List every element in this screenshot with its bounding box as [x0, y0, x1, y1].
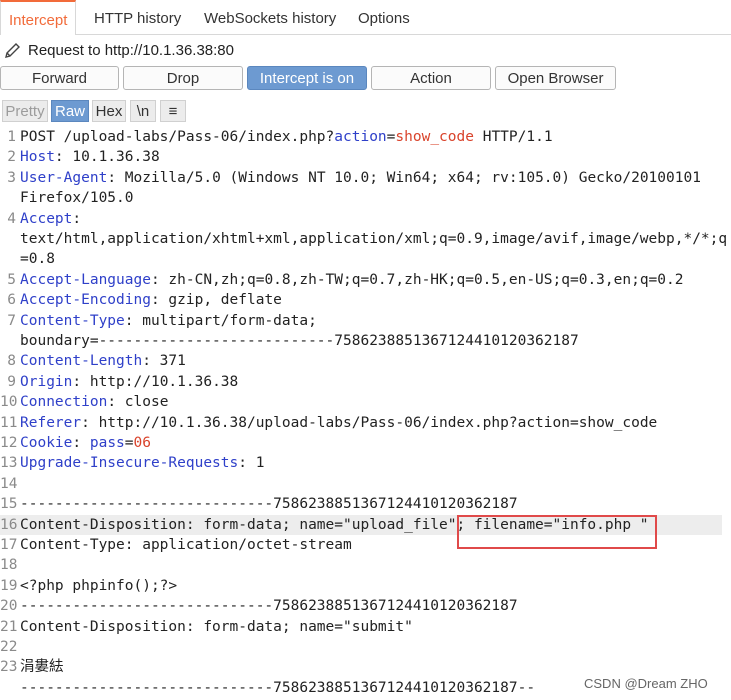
forward-button[interactable]: Forward	[0, 66, 119, 90]
message-view-toolbar: Pretty Raw Hex \n ≡	[0, 100, 731, 122]
editor-line: 19 <?php phpinfo();?>	[0, 576, 722, 596]
line-text: text/html,application/xhtml+xml,applicat…	[20, 231, 728, 247]
line-text: -----------------------------75862388513…	[20, 679, 536, 696]
line-text: Referer: http://10.1.36.38/upload-labs/P…	[20, 414, 658, 431]
line-number: 20	[0, 598, 18, 615]
line-number: 15	[0, 496, 18, 513]
line-text: -----------------------------75862388513…	[20, 598, 518, 615]
line-number: 16	[0, 516, 18, 533]
editor-line: 15 -----------------------------758623885…	[0, 494, 722, 514]
highlight-box	[457, 515, 657, 549]
pencil-icon	[5, 43, 20, 58]
open-browser-button[interactable]: Open Browser	[495, 66, 616, 90]
editor-line: 20 -----------------------------758623885…	[0, 596, 722, 616]
drop-button[interactable]: Drop	[123, 66, 243, 90]
line-text: POST /upload-labs/Pass-06/index.php?acti…	[20, 129, 553, 145]
line-text: Content-Length: 371	[20, 353, 186, 370]
hex-view-button[interactable]: Hex	[92, 100, 126, 122]
editor-line: 7 Content-Type: multipart/form-data;	[0, 311, 722, 331]
tab-bar: Intercept HTTP history WebSockets histor…	[0, 0, 731, 35]
line-text: Accept-Language: zh-CN,zh;q=0.8,zh-TW;q=…	[20, 271, 684, 288]
editor-line: 3 User-Agent: Mozilla/5.0 (Windows NT 10.…	[0, 168, 722, 188]
editor-line: 10 Connection: close	[0, 392, 722, 412]
line-text: <?php phpinfo();?>	[20, 577, 178, 594]
line-text: =0.8	[20, 251, 55, 268]
editor-line: 6 Accept-Encoding: gzip, deflate	[0, 290, 722, 310]
tab-http-history[interactable]: HTTP history	[86, 0, 189, 34]
tab-websockets-history[interactable]: WebSockets history	[196, 0, 344, 34]
request-target-label: Request to http://10.1.36.38:80	[28, 42, 234, 59]
editor-line: =0.8	[0, 249, 722, 269]
line-number: 13	[0, 455, 18, 472]
editor-line: 18	[0, 555, 722, 575]
line-number: 23	[0, 659, 18, 676]
editor-line: 5 Accept-Language: zh-CN,zh;q=0.8,zh-TW;q…	[0, 270, 722, 290]
editor-line: 13 Upgrade-Insecure-Requests: 1	[0, 453, 722, 473]
line-number: 5	[7, 271, 16, 288]
line-number: 1	[7, 129, 16, 145]
editor-line: Firefox/105.0	[0, 188, 722, 208]
line-number: 18	[0, 557, 18, 574]
line-number: 11	[0, 414, 18, 431]
tab-options[interactable]: Options	[350, 0, 418, 34]
line-number: 4	[7, 210, 16, 227]
editor-line: 23 涓婁紶	[0, 657, 722, 677]
line-number: 19	[0, 577, 18, 594]
pretty-view-button[interactable]: Pretty	[2, 100, 48, 122]
line-text: User-Agent: Mozilla/5.0 (Windows NT 10.0…	[20, 169, 701, 186]
editor-line: 14	[0, 474, 722, 494]
line-text: boundary=---------------------------7586…	[20, 333, 579, 349]
line-text: -----------------------------75862388513…	[20, 496, 518, 513]
line-number: 10	[0, 394, 18, 411]
editor-line: text/html,application/xhtml+xml,applicat…	[0, 229, 727, 249]
line-number: 6	[7, 292, 16, 309]
line-number: 14	[0, 475, 18, 492]
editor-line: 12 Cookie: pass=06	[0, 433, 722, 453]
editor-line: 8 Content-Length: 371	[0, 351, 722, 371]
line-number: 8	[7, 353, 16, 370]
line-text: Content-Disposition: form-data; name="su…	[20, 618, 413, 635]
raw-request-editor[interactable]: 1 POST /upload-labs/Pass-06/index.php?act…	[0, 127, 731, 700]
editor-line: boundary=---------------------------7586…	[0, 331, 722, 351]
intercept-toggle-button[interactable]: Intercept is on	[247, 66, 367, 90]
action-button[interactable]: Action	[371, 66, 491, 90]
editor-line: 1 POST /upload-labs/Pass-06/index.php?act…	[0, 127, 722, 147]
line-text: Accept:	[20, 210, 82, 227]
line-text: Content-Type: application/octet-stream	[20, 537, 352, 553]
request-bar: Request to http://10.1.36.38:80	[0, 35, 731, 65]
line-number: 22	[0, 639, 18, 655]
editor-line: 9 Origin: http://10.1.36.38	[0, 372, 722, 392]
editor-line: 22	[0, 637, 722, 657]
editor-line: 2 Host: 10.1.36.38	[0, 147, 722, 167]
tab-intercept[interactable]: Intercept	[0, 0, 77, 35]
line-number: 9	[7, 373, 16, 390]
line-number: 3	[7, 169, 16, 186]
line-text: Accept-Encoding: gzip, deflate	[20, 292, 282, 309]
line-text: Connection: close	[20, 394, 169, 411]
line-text: Firefox/105.0	[20, 190, 134, 207]
editor-line: 4 Accept:	[0, 209, 722, 229]
editor-line: 11 Referer: http://10.1.36.38/upload-labs…	[0, 413, 722, 433]
line-number: 2	[7, 149, 16, 166]
line-text: Origin: http://10.1.36.38	[20, 373, 239, 390]
line-number: 12	[0, 435, 18, 451]
watermark: CSDN @Dream ZHO	[584, 676, 708, 691]
raw-view-button[interactable]: Raw	[51, 100, 89, 122]
line-text: Content-Type: multipart/form-data;	[20, 312, 317, 329]
intercept-toolbar: Forward Drop Intercept is on Action Open…	[0, 66, 731, 92]
line-number: 7	[7, 312, 16, 329]
line-number: 21	[0, 618, 18, 635]
line-text: Host: 10.1.36.38	[20, 149, 160, 166]
newline-toggle-button[interactable]: \n	[130, 100, 156, 122]
view-menu-icon[interactable]: ≡	[160, 100, 186, 122]
line-text: Cookie: pass=06	[20, 435, 151, 451]
line-text: 涓婁紶	[20, 659, 64, 676]
line-text: Upgrade-Insecure-Requests: 1	[20, 455, 265, 472]
editor-line: 21 Content-Disposition: form-data; name="…	[0, 617, 722, 637]
line-number: 17	[0, 537, 18, 553]
